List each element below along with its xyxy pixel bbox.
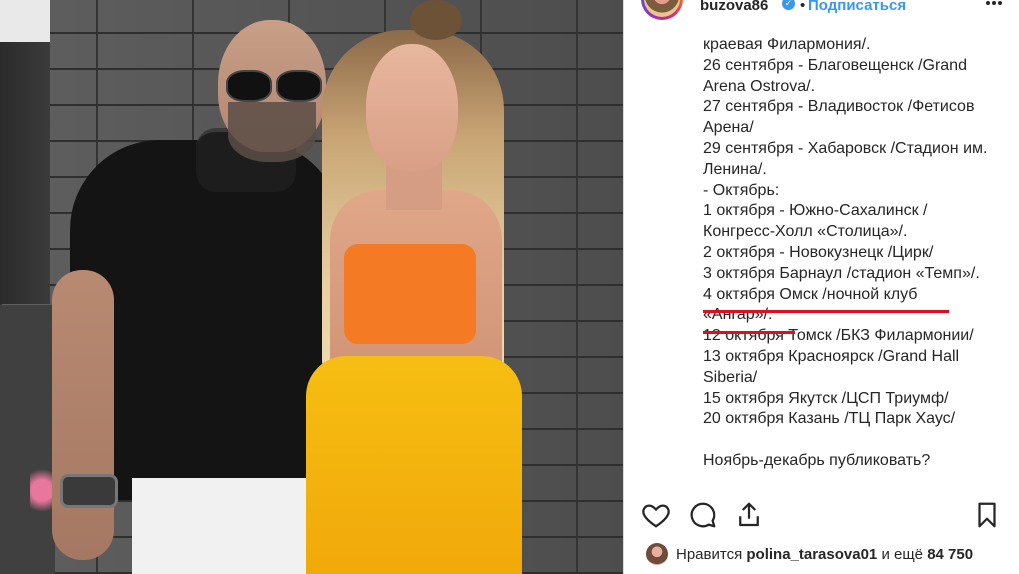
caption-line: 13 октября Красноярск /Grand Hall <box>703 347 960 365</box>
caption-line-highlighted: 4 октября Омск /ночной клуб <box>703 285 918 303</box>
caption-line: Arena Ostrova/. <box>703 77 816 95</box>
caption-line: 2 октября - Новокузнецк /Цирк/ <box>703 243 934 261</box>
man-pants <box>132 478 312 574</box>
caption-line-highlighted: «Ангар»/. <box>703 306 773 324</box>
share-icon[interactable] <box>734 500 766 532</box>
caption-line: 3 октября Барнаул /стадион «Темп»/. <box>703 264 980 282</box>
caption-text: краевая Филармония/. 26 сентября - Благо… <box>703 35 1013 485</box>
woman-yellow-pants <box>306 356 522 574</box>
woman-ponytail <box>410 0 462 40</box>
comment-icon[interactable] <box>688 500 720 532</box>
username-link[interactable]: buzova86 <box>700 0 768 14</box>
likes-middle: и ещё <box>881 546 924 563</box>
caption-line: Siberia/ <box>703 368 758 386</box>
liker-avatar[interactable] <box>646 543 668 565</box>
caption-line: 20 октября Казань /ТЦ Парк Хаус/ <box>703 410 956 428</box>
post-photo[interactable] <box>0 0 623 574</box>
red-underline-2 <box>703 331 795 334</box>
woman-orange-top <box>344 244 476 344</box>
caption-line: Ленина/. <box>703 160 767 178</box>
photo-left-strip-top <box>0 0 50 42</box>
caption-line: 1 октября - Южно-Сахалинск / <box>703 202 928 220</box>
likes-count[interactable]: 84 750 <box>927 546 973 563</box>
red-underline-1 <box>703 310 949 313</box>
bookmark-icon[interactable] <box>972 500 1004 532</box>
caption-line: краевая Филармония/. <box>703 36 871 53</box>
caption-line: 26 сентября - Благовещенск /Grand <box>703 56 967 74</box>
man-arm <box>52 270 114 560</box>
caption-line: Арена/ <box>703 119 754 137</box>
avatar[interactable] <box>641 0 683 20</box>
caption-line: 12 октября Томск /БКЗ Филармонии/ <box>703 327 974 345</box>
caption-line: Ноябрь-декабрь публиковать? <box>703 452 931 470</box>
woman-face <box>366 44 458 172</box>
action-bar <box>624 500 1019 536</box>
likes-row: Нравится polina_tarasova01 и ещё 84 750 <box>624 543 1019 569</box>
sunglasses <box>226 70 322 102</box>
caption-line: - Октябрь: <box>703 181 780 199</box>
separator-dot: • <box>800 0 806 14</box>
caption-line: 29 сентября - Хабаровск /Стадион им. <box>703 139 988 157</box>
likes-text[interactable]: Нравится polina_tarasova01 и ещё 84 750 <box>676 546 973 563</box>
more-options-icon[interactable] <box>986 0 1002 7</box>
caption-line: 27 сентября - Владивосток /Фетисов <box>703 98 975 116</box>
caption-line: Конгресс-Холл «Столица»/. <box>703 223 908 241</box>
wristwatch <box>60 474 118 508</box>
verified-badge-icon: ✓ <box>782 0 795 10</box>
photo-left-strip <box>0 42 50 304</box>
heart-icon[interactable] <box>641 500 673 532</box>
post-header: buzova86 ✓ • Подписаться <box>624 0 1019 20</box>
photo-left-strip-bottom <box>0 305 55 574</box>
caption-line: 15 октября Якутск /ЦСП Триумф/ <box>703 389 949 407</box>
flowers <box>30 468 54 524</box>
man-beard <box>228 102 316 162</box>
post-panel: buzova86 ✓ • Подписаться краевая Филармо… <box>623 0 1019 574</box>
liker-username[interactable]: polina_tarasova01 <box>746 546 877 563</box>
follow-button[interactable]: Подписаться <box>808 0 906 14</box>
likes-prefix: Нравится <box>676 546 743 563</box>
